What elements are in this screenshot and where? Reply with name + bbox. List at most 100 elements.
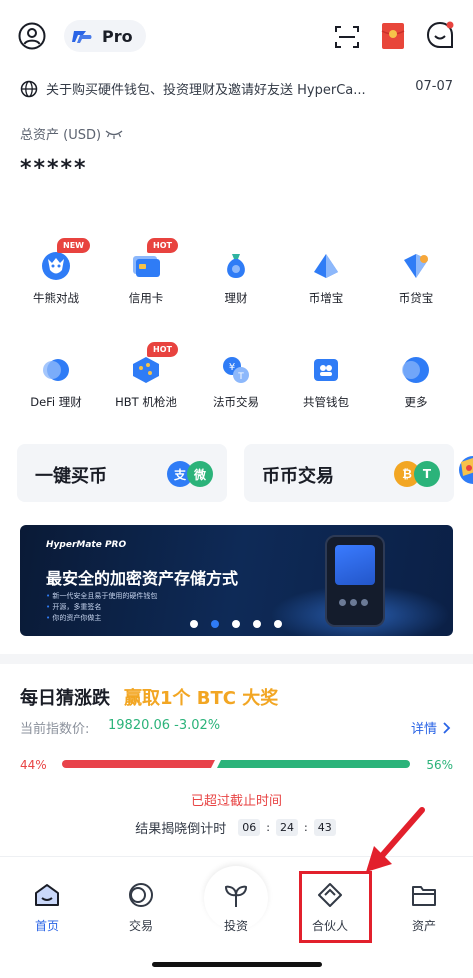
grid-label: HBT 机枪池 — [115, 395, 177, 409]
hot-badge: HOT — [147, 238, 178, 253]
bull-bear-icon — [42, 252, 70, 280]
red-envelope-icon[interactable] — [381, 22, 405, 50]
grid-item-credit-card[interactable]: HOT 信用卡 — [103, 238, 189, 330]
device-buttons — [337, 593, 373, 613]
grid-label: 币贷宝 — [398, 291, 434, 305]
countdown-hours: 06 — [238, 819, 261, 836]
eye-closed-icon[interactable] — [105, 128, 123, 140]
hot-badge: HOT — [147, 342, 178, 357]
carousel-dot[interactable] — [232, 620, 240, 628]
vote-ratio-bar — [62, 760, 410, 768]
top-bar: Pro — [0, 0, 473, 70]
tab-invest[interactable]: 投资 — [196, 881, 276, 941]
fiat-trade-icon: ¥ T — [223, 357, 249, 383]
hardware-wallet-image — [325, 535, 385, 627]
scan-icon[interactable] — [334, 24, 360, 50]
annotation-highlight-box — [299, 871, 372, 943]
total-assets-title: 总资产 (USD) — [20, 128, 102, 143]
svg-text:T: T — [237, 372, 244, 382]
bull-percent: 44% — [20, 758, 47, 772]
grid-item-coin-loan[interactable]: 币贷宝 — [373, 250, 459, 330]
coin-icons: ₿ T — [394, 461, 440, 487]
announcement-bar[interactable]: 关于购买硬件钱包、投资理财及邀请好友送 HyperCa... 07-07 — [0, 76, 473, 102]
grid-label: 信用卡 — [128, 291, 164, 305]
coin-growth-icon — [314, 254, 338, 278]
grid-item-bull-bear[interactable]: NEW 牛熊对战 — [13, 238, 99, 330]
device-screen — [335, 545, 375, 585]
coin-trade-card[interactable]: 币币交易 ₿ T — [244, 444, 454, 502]
quick-buy-card[interactable]: 一键买币 支 微 — [17, 444, 227, 502]
grid-label: 牛熊对战 — [33, 291, 79, 305]
more-icon — [402, 357, 429, 383]
banner-brand: HyperMate PRO — [46, 540, 127, 550]
wechat-pay-icon: 微 — [187, 461, 213, 487]
announcement-date: 07-07 — [415, 79, 453, 94]
daily-guess-prize: 赢取1个 BTC 大奖 — [124, 688, 279, 709]
defi-icon — [43, 359, 69, 381]
daily-guess-title: 每日猜涨跌 — [20, 688, 110, 709]
folder-icon — [412, 886, 436, 906]
announcement-text[interactable]: 关于购买硬件钱包、投资理财及邀请好友送 HyperCa... — [46, 79, 406, 98]
banner-bullet: 你的资产你做主 — [46, 613, 157, 624]
carousel-dot[interactable] — [190, 620, 198, 628]
bear-bar — [217, 760, 410, 768]
grid-item-coin-growth[interactable]: 币增宝 — [283, 250, 369, 330]
grid-label: 法币交易 — [213, 395, 259, 409]
banner-title: 最安全的加密资产存储方式 — [46, 569, 239, 588]
total-assets-label: 总资产 (USD) — [20, 124, 123, 143]
user-avatar-icon[interactable] — [18, 22, 46, 50]
bear-percent: 56% — [426, 758, 453, 772]
details-link[interactable]: 详情 — [411, 718, 451, 737]
details-label: 详情 — [410, 722, 437, 737]
banner-bullet: 开源，多重签名 — [46, 602, 157, 613]
chevron-right-icon — [443, 721, 451, 734]
tab-trade-label: 交易 — [128, 919, 153, 933]
home-icon — [35, 884, 59, 906]
countdown-seconds: 43 — [313, 819, 336, 836]
coin-trade-title: 币币交易 — [262, 466, 334, 487]
countdown-separator: : — [266, 821, 270, 834]
total-assets-value: ***** — [20, 156, 88, 181]
countdown-separator: : — [304, 821, 308, 834]
carousel-dot[interactable] — [274, 620, 282, 628]
banner-bullets: 新一代安全且易于使用的硬件钱包 开源，多重签名 你的资产你做主 — [46, 591, 157, 624]
sprout-icon — [224, 885, 248, 907]
grid-label: DeFi 理财 — [30, 395, 82, 409]
pro-label: Pro — [102, 26, 133, 46]
home-indicator — [152, 962, 322, 967]
shared-wallet-icon — [314, 359, 338, 381]
grid-item-wealth[interactable]: 理财 — [193, 250, 279, 330]
index-price-value: 19820.06 -3.02% — [108, 718, 221, 733]
quick-buy-title: 一键买币 — [35, 466, 107, 487]
tab-invest-label: 投资 — [223, 919, 248, 933]
index-price-label: 当前指数价: — [20, 722, 90, 737]
annotation-arrow-icon — [366, 807, 425, 872]
new-badge: NEW — [57, 238, 90, 253]
countdown-label: 结果揭晓倒计时 — [135, 822, 227, 837]
grid-item-fiat-trade[interactable]: ¥ T 法币交易 — [193, 354, 279, 434]
coin-loan-icon — [404, 254, 428, 278]
tab-assets[interactable]: 资产 — [384, 881, 464, 941]
pro-logo-icon — [72, 31, 92, 43]
carousel-dot-active[interactable] — [211, 620, 219, 628]
pro-toggle[interactable]: Pro — [64, 20, 146, 52]
floating-promo-icon[interactable] — [455, 452, 473, 488]
tab-trade[interactable]: 交易 — [101, 881, 181, 941]
banner-bullet: 新一代安全且易于使用的硬件钱包 — [46, 591, 157, 602]
credit-card-icon — [133, 256, 160, 277]
grid-item-shared-wallet[interactable]: 共管钱包 — [283, 354, 369, 434]
grid-label: 共管钱包 — [303, 395, 349, 409]
payment-icons: 支 微 — [167, 461, 213, 487]
grid-item-hbt-pool[interactable]: HOT HBT 机枪池 — [103, 342, 189, 434]
grid-item-defi[interactable]: DeFi 理财 — [13, 354, 99, 434]
section-separator — [0, 654, 473, 664]
message-icon[interactable] — [425, 20, 455, 50]
tether-icon: T — [414, 461, 440, 487]
grid-label: 币增宝 — [308, 291, 344, 305]
globe-icon — [20, 80, 38, 98]
tab-assets-label: 资产 — [411, 919, 436, 933]
tab-home[interactable]: 首页 — [7, 881, 87, 941]
grid-item-more[interactable]: 更多 — [373, 354, 459, 434]
grid-label: 更多 — [404, 395, 428, 409]
carousel-dot[interactable] — [253, 620, 261, 628]
